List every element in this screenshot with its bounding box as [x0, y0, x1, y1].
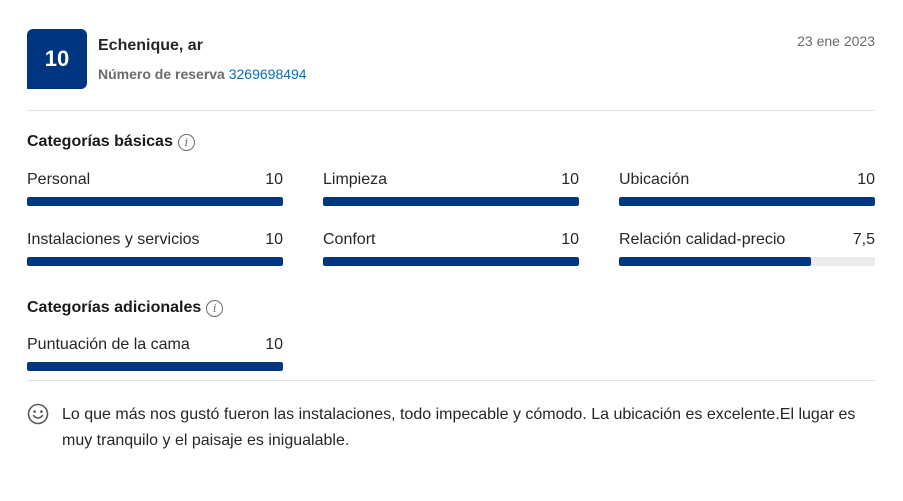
- category-bar: [619, 197, 875, 206]
- category-value: 10: [561, 171, 579, 188]
- review-card: 10 Echenique, ar Número de reserva 32696…: [27, 0, 875, 449]
- category-value: 10: [265, 336, 283, 353]
- category-limpieza: Limpieza 10: [323, 170, 579, 206]
- category-puntuacion-cama: Puntuación de la cama 10: [27, 335, 283, 371]
- category-label: Ubicación: [619, 171, 690, 188]
- review-header: 10 Echenique, ar Número de reserva 32696…: [27, 0, 875, 111]
- category-confort: Confort 10: [323, 230, 579, 266]
- category-bar-fill: [27, 257, 283, 266]
- info-icon[interactable]: i: [206, 299, 224, 317]
- category-bar-fill: [619, 197, 875, 206]
- category-bar-fill: [323, 257, 579, 266]
- divider: [27, 380, 875, 381]
- category-label: Relación calidad-precio: [619, 231, 786, 248]
- booking-number-link[interactable]: 3269698494: [229, 66, 307, 82]
- category-value: 10: [265, 231, 283, 248]
- additional-categories-heading: Categorías adicionales i: [27, 299, 224, 317]
- reviewer-name: Echenique, ar: [98, 37, 203, 54]
- info-icon[interactable]: i: [177, 133, 195, 151]
- category-bar: [323, 197, 579, 206]
- smile-icon: [27, 403, 49, 425]
- category-value: 10: [857, 171, 875, 188]
- category-instalaciones: Instalaciones y servicios 10: [27, 230, 283, 266]
- category-label: Limpieza: [323, 171, 388, 188]
- basic-categories-heading: Categorías básicas i: [27, 133, 195, 151]
- category-bar: [27, 257, 283, 266]
- category-bar: [323, 257, 579, 266]
- category-bar: [619, 257, 875, 266]
- review-comment: Lo que más nos gustó fueron las instalac…: [27, 402, 875, 454]
- category-label: Instalaciones y servicios: [27, 231, 200, 248]
- booking-info: Número de reserva 3269698494: [98, 66, 307, 82]
- comment-text: Lo que más nos gustó fueron las instalac…: [62, 406, 856, 449]
- category-value: 10: [561, 231, 579, 248]
- review-date: 23 ene 2023: [797, 33, 875, 49]
- category-label: Puntuación de la cama: [27, 336, 190, 353]
- additional-categories-title: Categorías adicionales: [27, 299, 202, 316]
- category-ubicacion: Ubicación 10: [619, 170, 875, 206]
- category-label: Confort: [323, 231, 376, 248]
- category-bar: [27, 197, 283, 206]
- category-relacion-calidad-precio: Relación calidad-precio 7,5: [619, 230, 875, 266]
- category-personal: Personal 10: [27, 170, 283, 206]
- category-bar-fill: [27, 362, 283, 371]
- booking-label: Número de reserva: [98, 66, 225, 82]
- category-value: 7,5: [852, 231, 875, 248]
- category-bar-fill: [323, 197, 579, 206]
- category-bar-fill: [619, 257, 811, 266]
- category-bar: [27, 362, 283, 371]
- score-badge: 10: [27, 29, 87, 89]
- basic-categories-title: Categorías básicas: [27, 133, 173, 150]
- category-label: Personal: [27, 171, 91, 188]
- category-bar-fill: [27, 197, 283, 206]
- category-value: 10: [265, 171, 283, 188]
